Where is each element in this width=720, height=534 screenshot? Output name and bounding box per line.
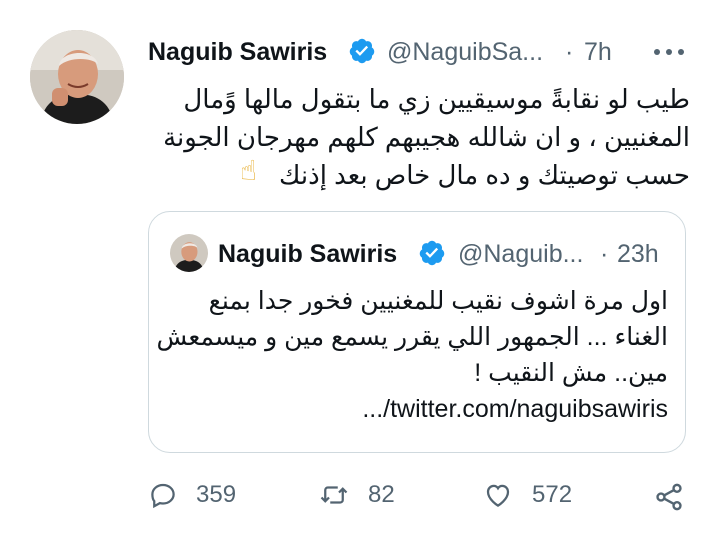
tweet-time[interactable]: 7h <box>584 38 612 67</box>
quoted-tweet-time[interactable]: 23h <box>617 240 659 269</box>
share-icon[interactable] <box>653 481 685 518</box>
like-icon <box>486 484 510 507</box>
like-count: 572 <box>532 481 573 508</box>
author-handle[interactable]: @NaguibSa... <box>387 38 543 67</box>
author-name[interactable]: Naguib Sawiris <box>148 38 327 67</box>
quoted-verified-badge-icon <box>418 239 446 272</box>
reply-icon <box>151 483 175 509</box>
more-icon[interactable] <box>652 40 686 69</box>
quoted-author-handle[interactable]: @Naguib... <box>458 240 583 269</box>
reply-count: 359 <box>196 481 237 508</box>
tweet-text-line-1: طيب لو نقابةً موسيقيين زي ما بتقول مالها… <box>183 84 690 114</box>
quoted-author-name[interactable]: Naguib Sawiris <box>218 240 397 269</box>
time-separator: · <box>565 38 574 66</box>
like-button[interactable]: 572 <box>482 480 572 510</box>
reply-button[interactable]: 359 <box>148 480 236 510</box>
retweet-icon <box>320 486 348 504</box>
quoted-text-line-3: مين.. مش النقيب ! <box>474 359 668 387</box>
quoted-author-avatar[interactable] <box>170 234 208 272</box>
retweet-count: 82 <box>368 481 395 508</box>
quoted-time-separator: · <box>600 240 609 268</box>
retweet-button[interactable]: 82 <box>318 480 395 510</box>
quoted-link[interactable]: .../twitter.com/naguibsawiris <box>362 395 668 424</box>
tweet-text-line-2: المغنيين ، و ان شالله هجيبهم كلهم مهرجان… <box>163 122 690 152</box>
verified-badge-icon <box>348 37 376 70</box>
author-avatar[interactable] <box>30 30 124 124</box>
pointing-up-emoji: ☝ <box>240 155 258 186</box>
quoted-text-line-2: الغناء ... الجمهور اللي يقرر يسمع مين و … <box>156 323 668 351</box>
quoted-text-line-1: اول مرة اشوف نقيب للمغنيين فخور جدا بمنع <box>208 287 668 315</box>
tweet-text-line-3: حسب توصيتك و ده مال خاص بعد إذنك <box>278 160 690 190</box>
